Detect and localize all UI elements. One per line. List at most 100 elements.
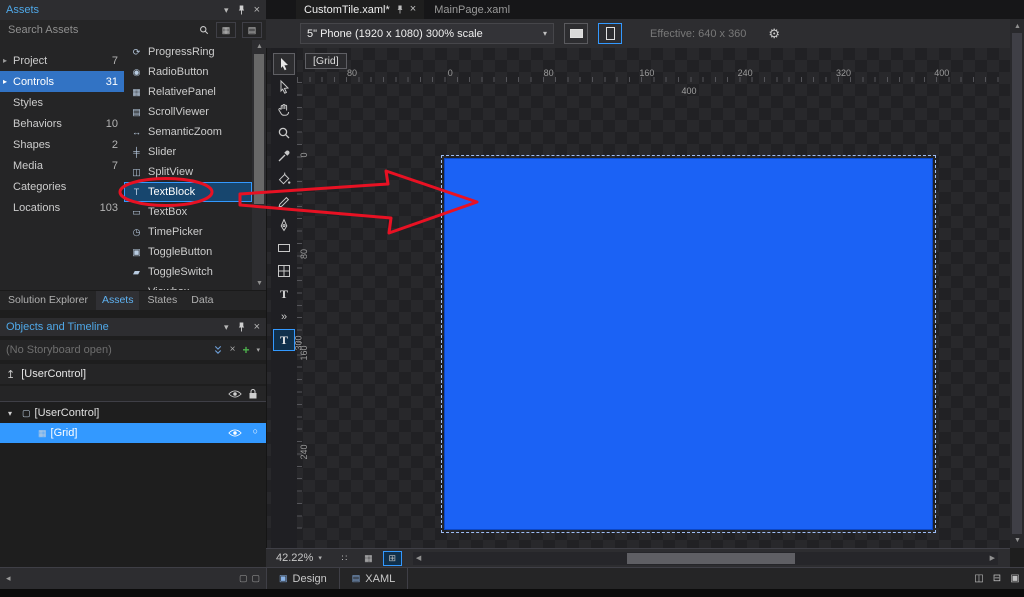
more-tools[interactable]: » xyxy=(273,306,295,328)
selection-tool[interactable] xyxy=(273,53,295,75)
direct-selection-tool[interactable] xyxy=(273,76,295,98)
doc-icon[interactable]: ▢ xyxy=(251,573,260,584)
pin-icon[interactable] xyxy=(237,4,246,16)
landscape-orientation-button[interactable] xyxy=(564,23,588,44)
assets-category-categories[interactable]: Categories xyxy=(0,176,124,197)
assets-category-shapes[interactable]: Shapes 2 xyxy=(0,134,124,155)
asset-item-progressring[interactable]: ⟳ ProgressRing xyxy=(124,42,252,62)
grid-artboard[interactable] xyxy=(441,155,936,533)
zoom-level-dropdown[interactable]: 42.22% xyxy=(276,552,313,564)
close-icon[interactable]: × xyxy=(254,4,260,16)
rectangle-tool[interactable] xyxy=(273,237,295,259)
asset-item-textbox[interactable]: ▭ TextBox xyxy=(124,202,252,222)
scrollbar-thumb[interactable] xyxy=(626,552,796,564)
vertical-split-icon[interactable]: ◫ xyxy=(970,568,988,589)
chevron-down-icon[interactable]: ▾ xyxy=(224,322,229,332)
doc-icon[interactable]: ▢ xyxy=(239,573,248,584)
eye-icon[interactable] xyxy=(228,389,242,402)
expand-pane-icon[interactable]: ▣ xyxy=(1006,568,1024,589)
close-storyboard-icon[interactable]: × xyxy=(230,345,236,355)
lock-icon[interactable] xyxy=(248,388,258,403)
list-view-button[interactable]: ▤ xyxy=(242,22,262,38)
tab-customtile-xaml[interactable]: CustomTile.xaml* × xyxy=(296,0,425,19)
asset-item-togglebutton[interactable]: ▣ ToggleButton xyxy=(124,242,252,262)
scrollbar-thumb[interactable] xyxy=(1012,33,1022,534)
show-snap-grid-button[interactable]: ∷ xyxy=(335,551,354,566)
zoom-tool[interactable] xyxy=(273,122,295,144)
tab-mainpage-xaml[interactable]: MainPage.xaml xyxy=(426,0,518,19)
assets-category-styles[interactable]: Styles xyxy=(0,92,124,113)
scroll-left-icon[interactable]: ◂ xyxy=(6,573,11,584)
pen-tool[interactable] xyxy=(273,214,295,236)
asset-item-splitview[interactable]: ◫ SplitView xyxy=(124,162,252,182)
asset-item-textblock[interactable]: T TextBlock xyxy=(124,182,252,202)
storyboard-selector[interactable]: (No Storyboard open) xyxy=(6,344,206,356)
scrollbar-thumb[interactable] xyxy=(254,54,264,204)
asset-item-slider[interactable]: ╪ Slider xyxy=(124,142,252,162)
scroll-down-icon[interactable]: ▼ xyxy=(256,280,263,287)
snap-to-grid-button[interactable]: ▦ xyxy=(359,551,378,566)
pencil-tool[interactable] xyxy=(273,191,295,213)
tab-label: MainPage.xaml xyxy=(434,3,511,16)
dock-tab-assets[interactable]: Assets xyxy=(95,291,140,310)
asset-item-semanticzoom[interactable]: ↔ SemanticZoom xyxy=(124,122,252,142)
device-selector-dropdown[interactable]: 5" Phone (1920 x 1080) 300% scale ▾ xyxy=(300,23,554,44)
horizontal-split-icon[interactable]: ⊟ xyxy=(988,568,1006,589)
design-surface[interactable]: T» T 80 0 80 160 240 320 400 0 80 160 240 400 300 … xyxy=(266,48,1010,548)
asset-item-scrollviewer[interactable]: ▤ ScrollViewer xyxy=(124,102,252,122)
dock-tab-solution-explorer[interactable]: Solution Explorer xyxy=(2,291,94,310)
assets-category-project[interactable]: ▸ Project 7 xyxy=(0,50,124,71)
assets-category-locations[interactable]: Locations 103 xyxy=(0,197,124,218)
pan-tool[interactable] xyxy=(273,99,295,121)
tab-xaml[interactable]: ▤ XAML xyxy=(340,568,409,589)
pin-icon[interactable] xyxy=(237,321,246,333)
scope-row[interactable]: ↥ [UserControl] xyxy=(0,364,266,384)
text-insert-tool[interactable]: T xyxy=(273,329,295,351)
pin-icon[interactable] xyxy=(396,4,404,15)
artboard-height-label: 300 xyxy=(293,335,304,351)
assets-category-behaviors[interactable]: Behaviors 10 xyxy=(0,113,124,134)
close-icon[interactable]: × xyxy=(410,4,416,15)
asset-item-timepicker[interactable]: ◷ TimePicker xyxy=(124,222,252,242)
relativepanel-icon: ▦ xyxy=(132,86,141,97)
assets-scrollbar[interactable]: ▲ ▼ xyxy=(252,40,266,290)
scroll-up-icon[interactable]: ▲ xyxy=(1014,23,1021,30)
grid-tool[interactable] xyxy=(273,260,295,282)
assets-category-media[interactable]: Media 7 xyxy=(0,155,124,176)
asset-item-viewbox[interactable]: ▫Viewbox xyxy=(124,282,252,290)
portrait-orientation-button[interactable] xyxy=(598,23,622,44)
new-storyboard-button[interactable]: + xyxy=(242,344,249,356)
storyboard-dropdown-icon[interactable]: ▾ xyxy=(256,347,260,354)
grid-view-button[interactable]: ▦ xyxy=(216,22,236,38)
grid-breadcrumb-button[interactable]: [Grid] xyxy=(305,53,347,69)
goto-storyboard-icon[interactable] xyxy=(213,345,223,355)
assets-category-controls[interactable]: ▸ Controls 31 xyxy=(0,71,124,92)
chevron-down-icon[interactable]: ▾ xyxy=(224,5,229,15)
eyedropper-tool[interactable] xyxy=(273,145,295,167)
horizontal-scrollbar[interactable]: ◀ ▶ xyxy=(412,551,998,565)
asset-item-relativepanel[interactable]: ▦ RelativePanel xyxy=(124,82,252,102)
device-settings-gear-icon[interactable]: ⚙ xyxy=(768,26,780,42)
chevron-down-icon[interactable]: ▾ xyxy=(318,554,322,562)
paint-bucket-tool[interactable] xyxy=(273,168,295,190)
close-icon[interactable]: × xyxy=(254,321,260,333)
isolation-circle-icon[interactable]: ○ xyxy=(253,426,258,436)
tree-item-usercontrol[interactable]: ▾ ▢ [UserControl] xyxy=(0,403,266,423)
text-tool[interactable]: T xyxy=(273,283,295,305)
dock-tab-data[interactable]: Data xyxy=(185,291,219,310)
search-icon[interactable] xyxy=(198,24,210,36)
asset-item-radiobutton[interactable]: ◉ RadioButton xyxy=(124,62,252,82)
togglebutton-icon: ▣ xyxy=(132,246,141,257)
tab-design[interactable]: ▣ Design xyxy=(266,568,340,589)
snap-to-snaplines-button[interactable]: ⊞ xyxy=(382,550,402,566)
scroll-down-icon[interactable]: ▼ xyxy=(1014,537,1021,544)
vertical-scrollbar[interactable]: ▲ ▼ xyxy=(1010,19,1024,548)
eye-icon[interactable] xyxy=(228,428,242,441)
dock-tab-states[interactable]: States xyxy=(141,291,183,310)
scroll-right-icon[interactable]: ▶ xyxy=(987,555,998,562)
tree-item-grid[interactable]: ▦ [Grid] ○ xyxy=(0,423,266,443)
scroll-left-icon[interactable]: ◀ xyxy=(413,555,424,562)
search-assets-input[interactable]: Search Assets xyxy=(8,24,192,36)
asset-item-toggleswitch[interactable]: ▰ ToggleSwitch xyxy=(124,262,252,282)
scroll-up-icon[interactable]: ▲ xyxy=(256,43,263,50)
